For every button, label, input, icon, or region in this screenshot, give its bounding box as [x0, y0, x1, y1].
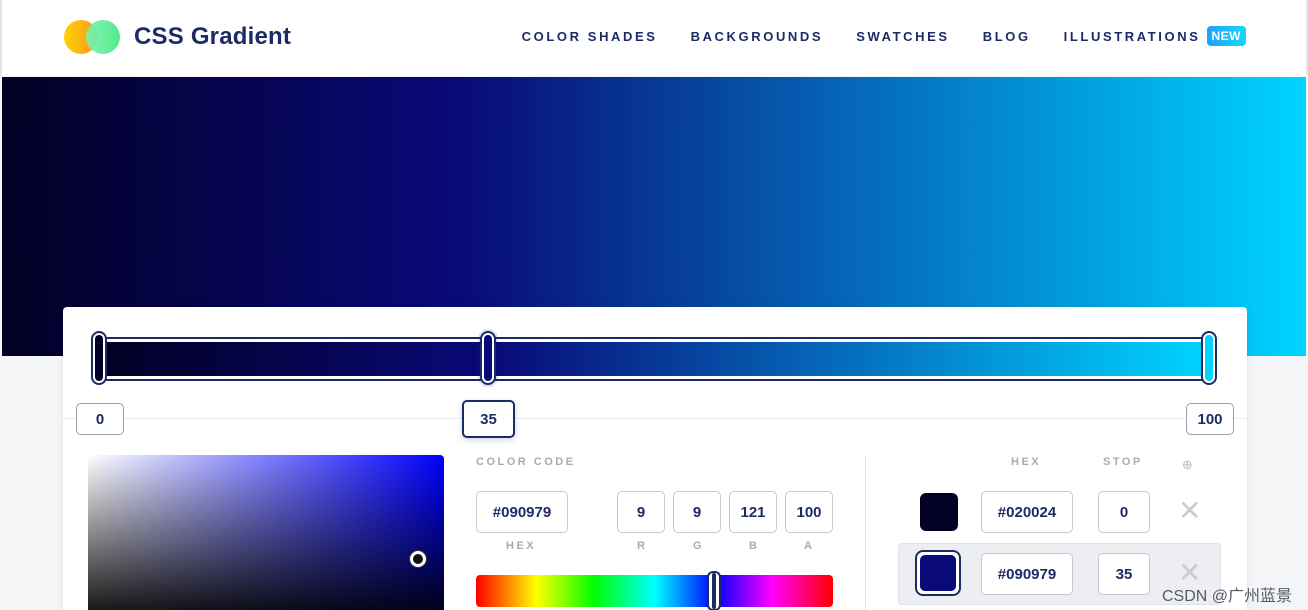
- gradient-editor-panel: 0 35 100 COLOR CODE #090979 HEX 9 9 121 …: [63, 307, 1247, 610]
- nav-blog[interactable]: BLOG: [983, 29, 1031, 44]
- stop-position-input-0[interactable]: 0: [1098, 491, 1150, 533]
- nav-illustrations-label: ILLUSTRATIONS: [1063, 29, 1201, 44]
- column-divider: [865, 455, 866, 610]
- nav-illustrations[interactable]: ILLUSTRATIONS NEW: [1064, 26, 1246, 46]
- hex-label: HEX: [506, 540, 537, 552]
- logo-icon[interactable]: [64, 20, 122, 54]
- stop-list-hex-header: HEX: [1011, 456, 1042, 468]
- green-input[interactable]: 9: [673, 491, 721, 533]
- saturation-picker[interactable]: [88, 455, 444, 610]
- watermark: CSDN @广州蓝景: [1161, 588, 1292, 605]
- hue-slider-handle[interactable]: [707, 571, 721, 610]
- new-badge: NEW: [1206, 26, 1246, 46]
- stop-hex-input-1[interactable]: #090979: [981, 553, 1073, 595]
- stop-handle-0[interactable]: [91, 331, 107, 385]
- gradient-track[interactable]: [99, 337, 1215, 381]
- blue-input[interactable]: 121: [729, 491, 777, 533]
- nav-swatches[interactable]: SWATCHES: [856, 29, 950, 44]
- hue-slider[interactable]: [476, 575, 833, 607]
- nav-backgrounds[interactable]: BACKGROUNDS: [691, 29, 824, 44]
- gradient-track-fill: [104, 342, 1210, 376]
- alpha-label: A: [804, 540, 815, 552]
- logo-circle-green: [86, 20, 120, 54]
- stop-position-0[interactable]: 0: [76, 403, 124, 435]
- hex-input[interactable]: #090979: [476, 491, 568, 533]
- stop-handle-2[interactable]: [1201, 331, 1217, 385]
- stop-hex-input-0[interactable]: #020024: [981, 491, 1073, 533]
- red-input[interactable]: 9: [617, 491, 665, 533]
- add-stop-icon[interactable]: ⊕: [1182, 457, 1193, 473]
- stop-list-stop-header: STOP: [1103, 456, 1143, 468]
- saturation-cursor[interactable]: [410, 551, 426, 567]
- red-label: R: [637, 540, 648, 552]
- stop-position-1[interactable]: 35: [462, 400, 515, 438]
- site-header: CSS Gradient COLOR SHADES BACKGROUNDS SW…: [0, 0, 1308, 76]
- stop-position-2[interactable]: 100: [1186, 403, 1234, 435]
- stop-swatch-0[interactable]: [920, 493, 958, 531]
- nav-color-shades[interactable]: COLOR SHADES: [522, 29, 658, 44]
- stop-handle-1[interactable]: [480, 331, 496, 385]
- stop-position-input-1[interactable]: 35: [1098, 553, 1150, 595]
- remove-stop-icon-0[interactable]: ✕: [1178, 497, 1201, 525]
- stop-swatch-1-color: [920, 555, 956, 591]
- stop-handle-2-color: [1205, 335, 1213, 381]
- alpha-input[interactable]: 100: [785, 491, 833, 533]
- stop-handle-0-color: [95, 335, 103, 381]
- track-baseline: [63, 418, 1247, 419]
- stop-swatch-1[interactable]: [915, 550, 961, 596]
- green-label: G: [693, 540, 705, 552]
- color-code-label: COLOR CODE: [476, 456, 576, 468]
- hue-slider-handle-bar: [712, 573, 716, 609]
- stop-handle-1-color: [484, 335, 492, 381]
- blue-label: B: [749, 540, 760, 552]
- main-nav: COLOR SHADES BACKGROUNDS SWATCHES BLOG I…: [522, 26, 1246, 46]
- brand-name[interactable]: CSS Gradient: [134, 23, 291, 51]
